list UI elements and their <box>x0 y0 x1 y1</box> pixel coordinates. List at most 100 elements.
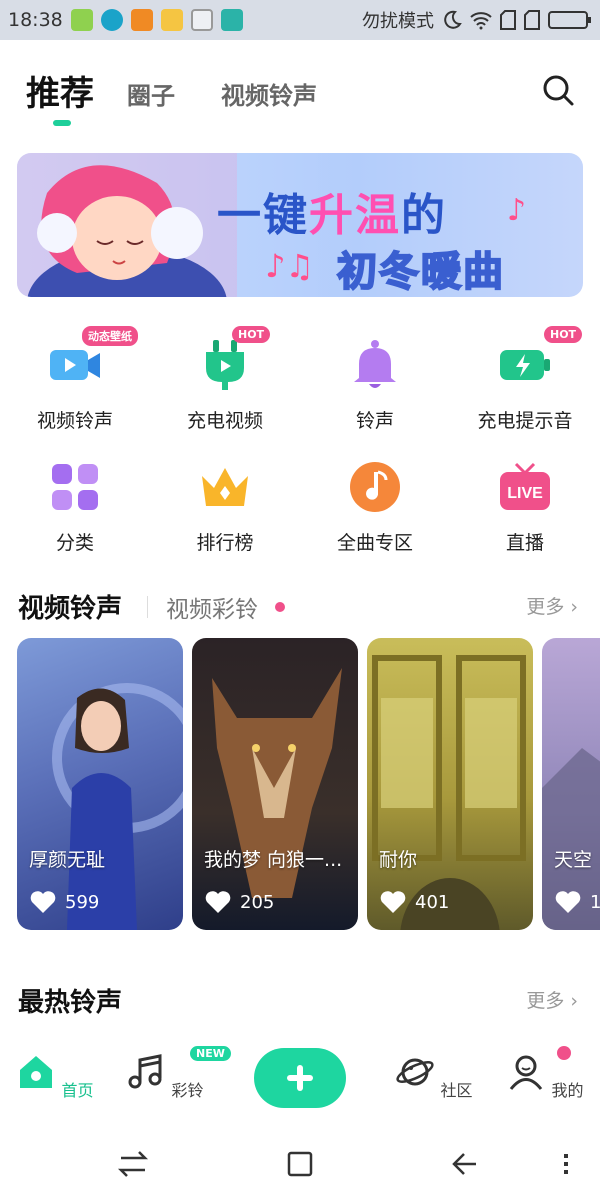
video-card[interactable]: 耐你 401 <box>367 638 533 930</box>
nav-home[interactable]: 首页 <box>15 1052 95 1101</box>
like-count[interactable]: 599 <box>29 890 99 914</box>
hot-badge: HOT <box>544 326 583 343</box>
battery-bolt-icon <box>500 350 550 380</box>
grid-item-video-ringtone[interactable]: 动态壁纸 视频铃声 <box>0 326 150 433</box>
nav-mine[interactable]: 我的 <box>505 1052 585 1101</box>
video-card-list: 厚颜无耻 599 我的梦 向狼一... 205 耐你 401 天空 1 <box>17 638 600 930</box>
banner-subheadline: 初冬暖曲 <box>336 248 505 296</box>
dnd-label: 勿扰模式 <box>362 11 434 32</box>
system-nav-bar <box>0 1130 600 1200</box>
notification-dot <box>557 1046 571 1060</box>
more-link[interactable]: 更多 › <box>526 986 578 1013</box>
top-nav: 推荐 圈子 视频铃声 <box>0 60 600 130</box>
crown-icon <box>202 468 248 506</box>
plus-icon <box>287 1065 313 1091</box>
more-link[interactable]: 更多 › <box>526 592 578 619</box>
nav-label: 社区 <box>440 1081 473 1100</box>
banner-girl-illustration <box>17 153 237 297</box>
tab-recommend[interactable]: 推荐 <box>26 66 94 115</box>
grid-item-label: 铃声 <box>355 410 394 432</box>
new-badge: NEW <box>190 1046 231 1061</box>
video-card[interactable]: 我的梦 向狼一... 205 <box>192 638 358 930</box>
heart-icon <box>555 891 581 913</box>
grid-item-charging-video[interactable]: HOT 充电视频 <box>150 326 300 433</box>
like-number: 401 <box>415 891 450 913</box>
video-card[interactable]: 天空 1 <box>542 638 600 930</box>
video-title: 厚颜无耻 <box>29 849 106 871</box>
grid-item-full-songs[interactable]: 全曲专区 <box>300 460 450 555</box>
tab-circle[interactable]: 圈子 <box>127 76 175 111</box>
heart-icon <box>205 891 231 913</box>
new-dot <box>275 602 285 612</box>
wifi-icon <box>470 12 492 30</box>
grid-item-ringtone[interactable]: 铃声 <box>300 338 450 433</box>
video-thumbnail <box>372 655 526 930</box>
menu-dots-icon[interactable] <box>548 1146 584 1182</box>
recent-apps-icon[interactable] <box>282 1146 318 1182</box>
like-count[interactable]: 205 <box>204 890 274 914</box>
video-thumbnail <box>542 748 600 930</box>
back-arrow-icon[interactable] <box>448 1146 484 1182</box>
category-grid-icon <box>52 464 98 510</box>
music-notes-icon <box>128 1054 162 1089</box>
grid-item-live[interactable]: LIVE 直播 <box>450 460 600 555</box>
grid-item-label: 分类 <box>55 532 94 554</box>
promo-banner[interactable]: 一键升温的 ♪♫ ♪ 初冬暖曲 <box>17 153 583 297</box>
search-icon[interactable] <box>540 72 576 108</box>
hot-ringtone-section-header: 最热铃声 更多 › <box>0 982 600 1022</box>
create-button[interactable] <box>254 1048 346 1108</box>
nav-community[interactable]: 社区 <box>394 1052 474 1101</box>
grid-item-label: 视频铃声 <box>36 410 113 432</box>
profile-icon <box>510 1055 543 1090</box>
tab-video-color-ring[interactable]: 视频彩铃 <box>166 590 258 624</box>
grid-item-charging-sound[interactable]: HOT 充电提示音 <box>450 326 600 433</box>
like-number: 1 <box>590 891 600 913</box>
usb-icon <box>220 9 243 31</box>
like-count[interactable]: 401 <box>379 890 449 914</box>
video-thumbnail <box>52 683 183 930</box>
folder-icon <box>160 9 183 31</box>
video-card[interactable]: 厚颜无耻 599 <box>17 638 183 930</box>
app-notification-icon <box>70 9 93 31</box>
grid-badge: 动态壁纸 <box>82 326 138 346</box>
nav-label: 首页 <box>61 1081 94 1100</box>
grid-item-label: 全曲专区 <box>336 532 413 554</box>
music-note-icon <box>350 462 400 512</box>
video-camera-icon <box>50 350 100 380</box>
grid-item-label: 直播 <box>505 532 544 554</box>
bell-icon <box>354 340 396 388</box>
divider <box>147 596 148 618</box>
bottom-nav: 首页 彩铃 NEW 社区 我的 <box>0 1040 600 1130</box>
status-time: 18:38 <box>8 9 63 31</box>
sync-notification-icon <box>100 9 123 31</box>
video-ringtone-section-header: 视频铃声 视频彩铃 更多 › <box>0 588 600 628</box>
section-title: 视频铃声 <box>18 594 123 624</box>
live-tv-icon: LIVE <box>500 462 550 510</box>
warning-icon <box>130 9 153 31</box>
tab-video-ringtone[interactable]: 视频铃声 <box>221 76 317 111</box>
heart-icon <box>380 891 406 913</box>
battery-icon <box>548 11 591 29</box>
moon-icon <box>444 10 462 29</box>
grid-item-category[interactable]: 分类 <box>0 460 150 555</box>
heart-icon <box>30 891 56 913</box>
active-tab-indicator <box>53 120 71 126</box>
home-icon <box>20 1056 53 1088</box>
sim2-icon <box>524 10 540 30</box>
grid-item-ranking[interactable]: 排行榜 <box>150 460 300 555</box>
cleaner-icon <box>190 9 213 31</box>
svg-text:LIVE: LIVE <box>507 485 543 502</box>
banner-headline: 一键升温的 <box>217 190 447 241</box>
video-title: 我的梦 向狼一... <box>204 849 343 871</box>
swap-arrows-icon[interactable] <box>115 1146 151 1182</box>
status-bar: 18:38 勿扰模式 <box>0 0 600 40</box>
like-count[interactable]: 1 <box>554 890 600 914</box>
charging-plug-icon <box>206 340 244 390</box>
nav-label: 我的 <box>551 1081 584 1100</box>
grid-item-label: 充电提示音 <box>477 410 573 432</box>
video-title: 耐你 <box>379 849 418 871</box>
planet-icon <box>396 1058 435 1086</box>
video-thumbnail <box>212 668 342 898</box>
hot-badge: HOT <box>232 326 271 343</box>
nav-label: 彩铃 <box>171 1081 204 1100</box>
